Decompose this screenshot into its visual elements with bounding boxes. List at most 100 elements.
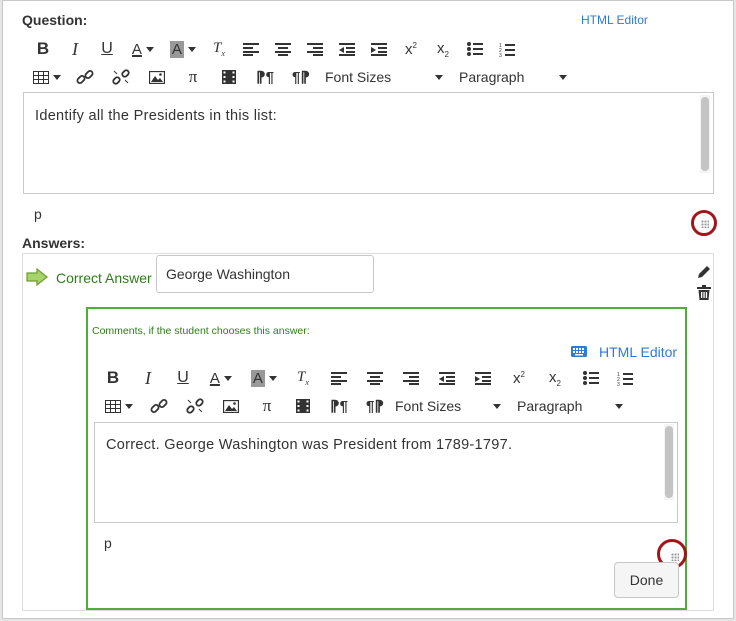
- bold-button[interactable]: B: [27, 38, 59, 60]
- question-scrollbar[interactable]: [700, 95, 710, 173]
- comments-scrollbar-thumb[interactable]: [665, 426, 673, 498]
- italic-button[interactable]: I: [59, 38, 91, 60]
- align-right-button[interactable]: [299, 38, 331, 60]
- correct-answer-label: Correct Answer: [56, 270, 152, 286]
- outdent-icon: [439, 371, 455, 385]
- table-button[interactable]: [97, 395, 141, 417]
- media-button[interactable]: [285, 395, 321, 417]
- superscript-button[interactable]: x2: [395, 38, 427, 60]
- underline-button[interactable]: U: [91, 38, 123, 60]
- paragraph-label: Paragraph: [459, 69, 525, 85]
- italic-button[interactable]: I: [129, 367, 167, 389]
- indent-icon: [475, 371, 491, 385]
- correct-answer-arrow-icon: [26, 268, 48, 286]
- paragraph-dropdown[interactable]: Paragraph: [459, 69, 567, 85]
- answer-text-input[interactable]: [156, 255, 374, 293]
- question-scrollbar-thumb[interactable]: [701, 97, 709, 171]
- align-left-icon: [331, 371, 347, 385]
- ltr-icon: ⁋¶: [256, 69, 274, 86]
- resize-grip-icon: [701, 220, 709, 228]
- comments-body-text: Correct. George Washington was President…: [106, 437, 513, 453]
- image-icon: [149, 70, 165, 84]
- svg-text:3: 3: [617, 382, 620, 386]
- link-icon: [150, 399, 168, 413]
- paragraph-dropdown[interactable]: Paragraph: [517, 398, 623, 414]
- table-button[interactable]: [27, 66, 67, 88]
- clear-formatting-button[interactable]: Tx: [203, 38, 235, 60]
- align-left-button[interactable]: [321, 367, 357, 389]
- text-color-icon: A: [209, 369, 220, 387]
- font-sizes-dropdown[interactable]: Font Sizes: [395, 398, 501, 414]
- math-pi-icon: π: [262, 396, 272, 415]
- align-right-button[interactable]: [393, 367, 429, 389]
- comments-scrollbar[interactable]: [664, 424, 674, 500]
- question-resize-handle[interactable]: [691, 210, 717, 236]
- superscript-button[interactable]: x2: [501, 367, 537, 389]
- numbered-list-button[interactable]: 123: [609, 367, 641, 389]
- bullet-list-icon: [467, 42, 483, 56]
- comments-toolbar-row-1: B I U A A Tx x2 x2 123: [97, 367, 641, 389]
- align-center-button[interactable]: [357, 367, 393, 389]
- bullet-list-button[interactable]: [459, 38, 491, 60]
- align-left-button[interactable]: [235, 38, 267, 60]
- math-button[interactable]: π: [175, 66, 211, 88]
- question-html-editor-link[interactable]: HTML Editor: [581, 13, 648, 27]
- font-sizes-dropdown[interactable]: Font Sizes: [325, 69, 443, 85]
- align-center-button[interactable]: [267, 38, 299, 60]
- rtl-button[interactable]: ¶⁋: [357, 395, 393, 417]
- rtl-icon: ¶⁋: [292, 69, 310, 86]
- outdent-button[interactable]: [429, 367, 465, 389]
- link-button[interactable]: [67, 66, 103, 88]
- subscript-icon: x2: [437, 39, 449, 59]
- link-button[interactable]: [141, 395, 177, 417]
- numbered-list-button[interactable]: 123: [491, 38, 523, 60]
- indent-button[interactable]: [465, 367, 501, 389]
- bold-button[interactable]: B: [97, 367, 129, 389]
- paragraph-label: Paragraph: [517, 398, 583, 414]
- text-color-button[interactable]: A: [199, 367, 243, 389]
- text-color-button[interactable]: A: [123, 38, 163, 60]
- clear-formatting-icon: Tx: [297, 369, 309, 387]
- rtl-icon: ¶⁋: [366, 398, 384, 415]
- align-center-icon: [275, 42, 291, 56]
- table-icon: [104, 399, 121, 413]
- numbered-list-icon: 123: [617, 372, 633, 386]
- rtl-button[interactable]: ¶⁋: [283, 66, 319, 88]
- underline-button[interactable]: U: [167, 367, 199, 389]
- image-button[interactable]: [139, 66, 175, 88]
- question-toolbar-row-1: B I U A A Tx x2 x2 123: [27, 38, 523, 60]
- image-icon: [223, 399, 239, 413]
- resize-grip-icon: [671, 553, 679, 561]
- unlink-button[interactable]: [103, 66, 139, 88]
- bullet-list-button[interactable]: [573, 367, 609, 389]
- image-button[interactable]: [213, 395, 249, 417]
- clear-formatting-button[interactable]: Tx: [285, 367, 321, 389]
- math-pi-icon: π: [188, 67, 198, 86]
- indent-button[interactable]: [363, 38, 395, 60]
- font-sizes-label: Font Sizes: [325, 69, 392, 85]
- keyboard-icon: [571, 346, 587, 357]
- align-center-icon: [367, 371, 383, 385]
- math-button[interactable]: π: [249, 395, 285, 417]
- align-left-icon: [243, 42, 259, 56]
- media-icon: [296, 399, 310, 413]
- done-button[interactable]: Done: [614, 562, 679, 598]
- background-color-icon: A: [169, 40, 184, 58]
- media-button[interactable]: [211, 66, 247, 88]
- unlink-icon: [186, 398, 204, 414]
- ltr-button[interactable]: ⁋¶: [321, 395, 357, 417]
- outdent-button[interactable]: [331, 38, 363, 60]
- ltr-button[interactable]: ⁋¶: [247, 66, 283, 88]
- background-color-button[interactable]: A: [243, 367, 285, 389]
- pencil-icon[interactable]: [696, 264, 712, 280]
- subscript-button[interactable]: x2: [427, 38, 459, 60]
- subscript-button[interactable]: x2: [537, 367, 573, 389]
- comments-html-editor-link[interactable]: HTML Editor: [599, 344, 677, 360]
- trash-icon[interactable]: [697, 285, 711, 301]
- numbered-list-icon: 123: [499, 43, 515, 57]
- unlink-button[interactable]: [177, 395, 213, 417]
- table-icon: [32, 70, 49, 84]
- superscript-icon: x2: [405, 40, 417, 58]
- background-color-button[interactable]: A: [163, 38, 203, 60]
- ltr-icon: ⁋¶: [330, 398, 348, 415]
